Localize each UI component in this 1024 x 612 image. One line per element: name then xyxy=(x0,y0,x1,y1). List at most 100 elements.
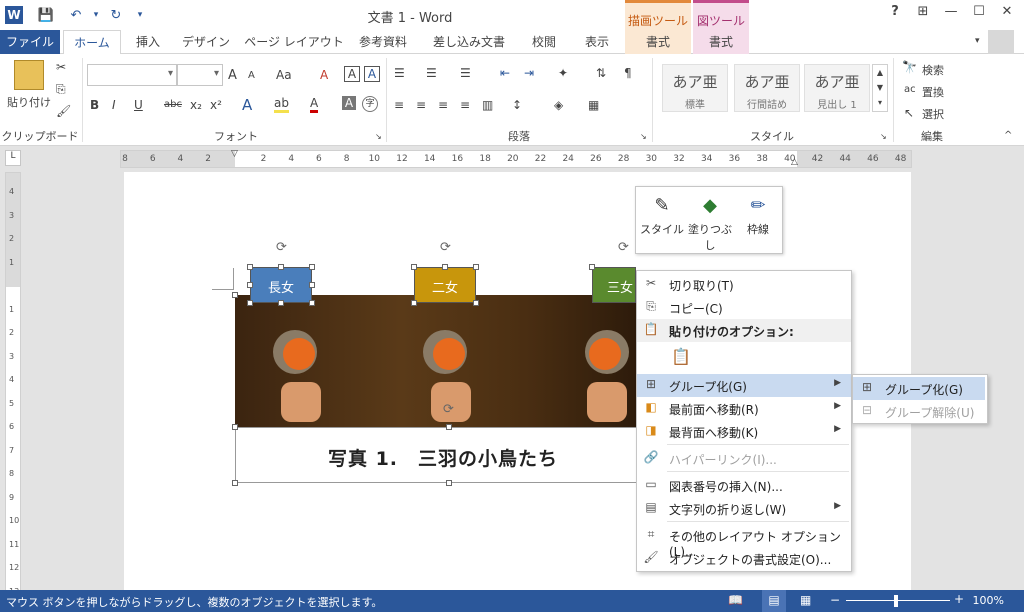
ribbon-display-button[interactable]: ⊞ xyxy=(912,4,934,24)
paragraph-dialog-launcher-icon[interactable]: ↘ xyxy=(640,132,647,141)
zoom-slider-thumb[interactable] xyxy=(894,595,898,607)
replace-button[interactable]: 置換 xyxy=(922,84,944,100)
selection-handle[interactable] xyxy=(278,300,284,306)
shrink-font-icon[interactable]: A xyxy=(248,70,255,81)
style-no-spacing[interactable]: あア亜 行間詰め xyxy=(734,64,800,112)
tab-file[interactable]: ファイル xyxy=(0,30,60,54)
tab-review[interactable]: 校閲 xyxy=(520,30,568,54)
selection-handle[interactable] xyxy=(442,264,448,270)
undo-icon[interactable]: ↶ xyxy=(66,5,86,25)
shape-fill-button[interactable]: ◆ 塗りつぶし xyxy=(686,195,734,253)
tab-design[interactable]: デザイン xyxy=(178,30,234,54)
rotate-handle-icon[interactable]: ⟳ xyxy=(618,240,629,255)
menu-send-to-back[interactable]: ◨ 最背面へ移動(K) ▶ xyxy=(637,420,851,443)
rotate-handle-icon[interactable]: ⟳ xyxy=(276,240,287,255)
selection-handle[interactable] xyxy=(309,282,315,288)
menu-copy[interactable]: ⎘ コピー(C) xyxy=(637,296,851,319)
borders-icon[interactable]: ▦ xyxy=(588,98,599,112)
tab-selector[interactable]: L xyxy=(5,150,21,166)
italic-button[interactable]: I xyxy=(112,98,116,112)
clear-formatting-icon[interactable]: A xyxy=(320,68,328,82)
shape-style-button[interactable]: ✎ スタイル xyxy=(638,195,686,237)
text-effects-icon[interactable]: A xyxy=(242,96,252,114)
find-button[interactable]: 検索 xyxy=(922,62,944,78)
zoom-level[interactable]: 100% xyxy=(973,594,1004,607)
selection-handle[interactable] xyxy=(411,264,417,270)
superscript-button[interactable]: x² xyxy=(210,98,222,112)
customize-qat-icon[interactable]: ▾ xyxy=(130,5,150,25)
menu-wrap-text[interactable]: ▤ 文字列の折り返し(W) ▶ xyxy=(637,497,851,520)
selection-handle[interactable] xyxy=(247,282,253,288)
vertical-ruler[interactable]: 432112345678910111213 xyxy=(5,172,21,596)
font-name-combo[interactable] xyxy=(87,64,177,86)
selection-handle[interactable] xyxy=(446,480,452,486)
selection-handle[interactable] xyxy=(473,264,479,270)
right-indent-marker[interactable]: △ xyxy=(791,157,798,167)
strikethrough-button[interactable]: abc xyxy=(164,99,182,110)
selection-handle[interactable] xyxy=(232,480,238,486)
character-border-icon[interactable]: A xyxy=(344,66,360,82)
font-dialog-launcher-icon[interactable]: ↘ xyxy=(375,132,382,141)
style-normal[interactable]: あア亜 標準 xyxy=(662,64,728,112)
show-marks-icon[interactable]: ¶ xyxy=(624,66,632,80)
web-layout-icon[interactable]: ▦ xyxy=(800,593,811,607)
save-icon[interactable]: 💾 xyxy=(36,5,56,25)
paste-button[interactable]: 貼り付け xyxy=(6,94,52,110)
label-second[interactable]: 二女 xyxy=(414,267,476,303)
selection-handle[interactable] xyxy=(411,300,417,306)
label-third[interactable]: 三女 xyxy=(592,267,636,303)
grow-font-icon[interactable]: A xyxy=(228,68,237,83)
format-painter-icon[interactable]: 🖌 xyxy=(56,104,71,118)
zoom-out-button[interactable]: − xyxy=(830,593,840,607)
replace-icon[interactable]: ac xyxy=(904,84,916,95)
tab-home[interactable]: ホーム xyxy=(63,30,121,55)
selection-handle[interactable] xyxy=(589,264,595,270)
highlight-icon[interactable]: ab xyxy=(274,96,289,113)
find-icon[interactable]: 🔭 xyxy=(902,60,917,74)
selection-handle[interactable] xyxy=(309,264,315,270)
align-center-icon[interactable]: ≡ xyxy=(416,98,426,112)
font-color-icon[interactable]: A xyxy=(310,96,319,113)
styles-gallery-scroll[interactable]: ▲ ▼ ▾ xyxy=(872,64,888,112)
tab-mailings[interactable]: 差し込み文書 xyxy=(424,30,514,54)
caption-box[interactable]: 写真 1. 三羽の小鳥たち xyxy=(235,427,649,483)
birds-photo[interactable] xyxy=(235,295,649,427)
zoom-slider-track[interactable] xyxy=(846,600,950,601)
character-shading-button[interactable]: A xyxy=(342,96,356,110)
tab-picture-format[interactable]: 書式 xyxy=(693,30,749,54)
selection-handle[interactable] xyxy=(446,424,452,430)
close-button[interactable]: ✕ xyxy=(996,4,1018,24)
character-shading-icon[interactable]: A xyxy=(364,66,380,82)
collapse-ribbon-icon[interactable]: ^ xyxy=(1004,130,1012,141)
align-right-icon[interactable]: ≡ xyxy=(438,98,448,112)
account-dropdown-icon[interactable]: ▾ xyxy=(975,36,980,46)
change-case-icon[interactable]: Aa xyxy=(276,68,292,82)
tab-drawing-format[interactable]: 書式 xyxy=(625,30,691,54)
minimize-button[interactable]: — xyxy=(940,4,962,24)
cut-icon[interactable]: ✂ xyxy=(56,60,66,74)
redo-icon[interactable]: ↻ xyxy=(106,5,126,25)
paste-option-keep-formatting[interactable]: 📋 xyxy=(637,345,851,373)
undo-dropdown-icon[interactable]: ▾ xyxy=(86,5,106,25)
zoom-in-button[interactable]: + xyxy=(954,592,964,606)
asian-layout-icon[interactable]: ✦ xyxy=(558,66,568,80)
horizontal-ruler[interactable]: 8 6 4 2 2 4 6 8 10 12 14 16 18 20 22 24 26 28 30 32 34 36 38 40… xyxy=(120,149,912,168)
justify-icon[interactable]: ≡ xyxy=(460,98,470,112)
line-spacing-icon[interactable]: ↕ xyxy=(512,98,522,112)
word-app-icon[interactable]: W xyxy=(5,6,23,24)
menu-layout-options[interactable]: ⌗ その他のレイアウト オプション(L)... xyxy=(637,524,851,559)
selection-handle[interactable] xyxy=(232,292,238,298)
font-size-combo[interactable] xyxy=(177,64,223,86)
bullets-icon[interactable]: ☰ xyxy=(394,66,405,80)
shape-outline-button[interactable]: ✏ 枠線 xyxy=(734,195,782,237)
numbering-icon[interactable]: ☰ xyxy=(426,66,437,80)
tab-insert[interactable]: 挿入 xyxy=(128,30,168,54)
bold-button[interactable]: B xyxy=(90,98,99,112)
distributed-icon[interactable]: ▥ xyxy=(482,98,493,112)
paste-icon[interactable] xyxy=(14,60,44,90)
rotate-handle-icon[interactable]: ⟳ xyxy=(440,240,451,255)
label-eldest[interactable]: 長女 xyxy=(250,267,312,303)
selection-handle[interactable] xyxy=(232,424,238,430)
selection-handle[interactable] xyxy=(309,300,315,306)
maximize-button[interactable]: ☐ xyxy=(968,4,990,24)
